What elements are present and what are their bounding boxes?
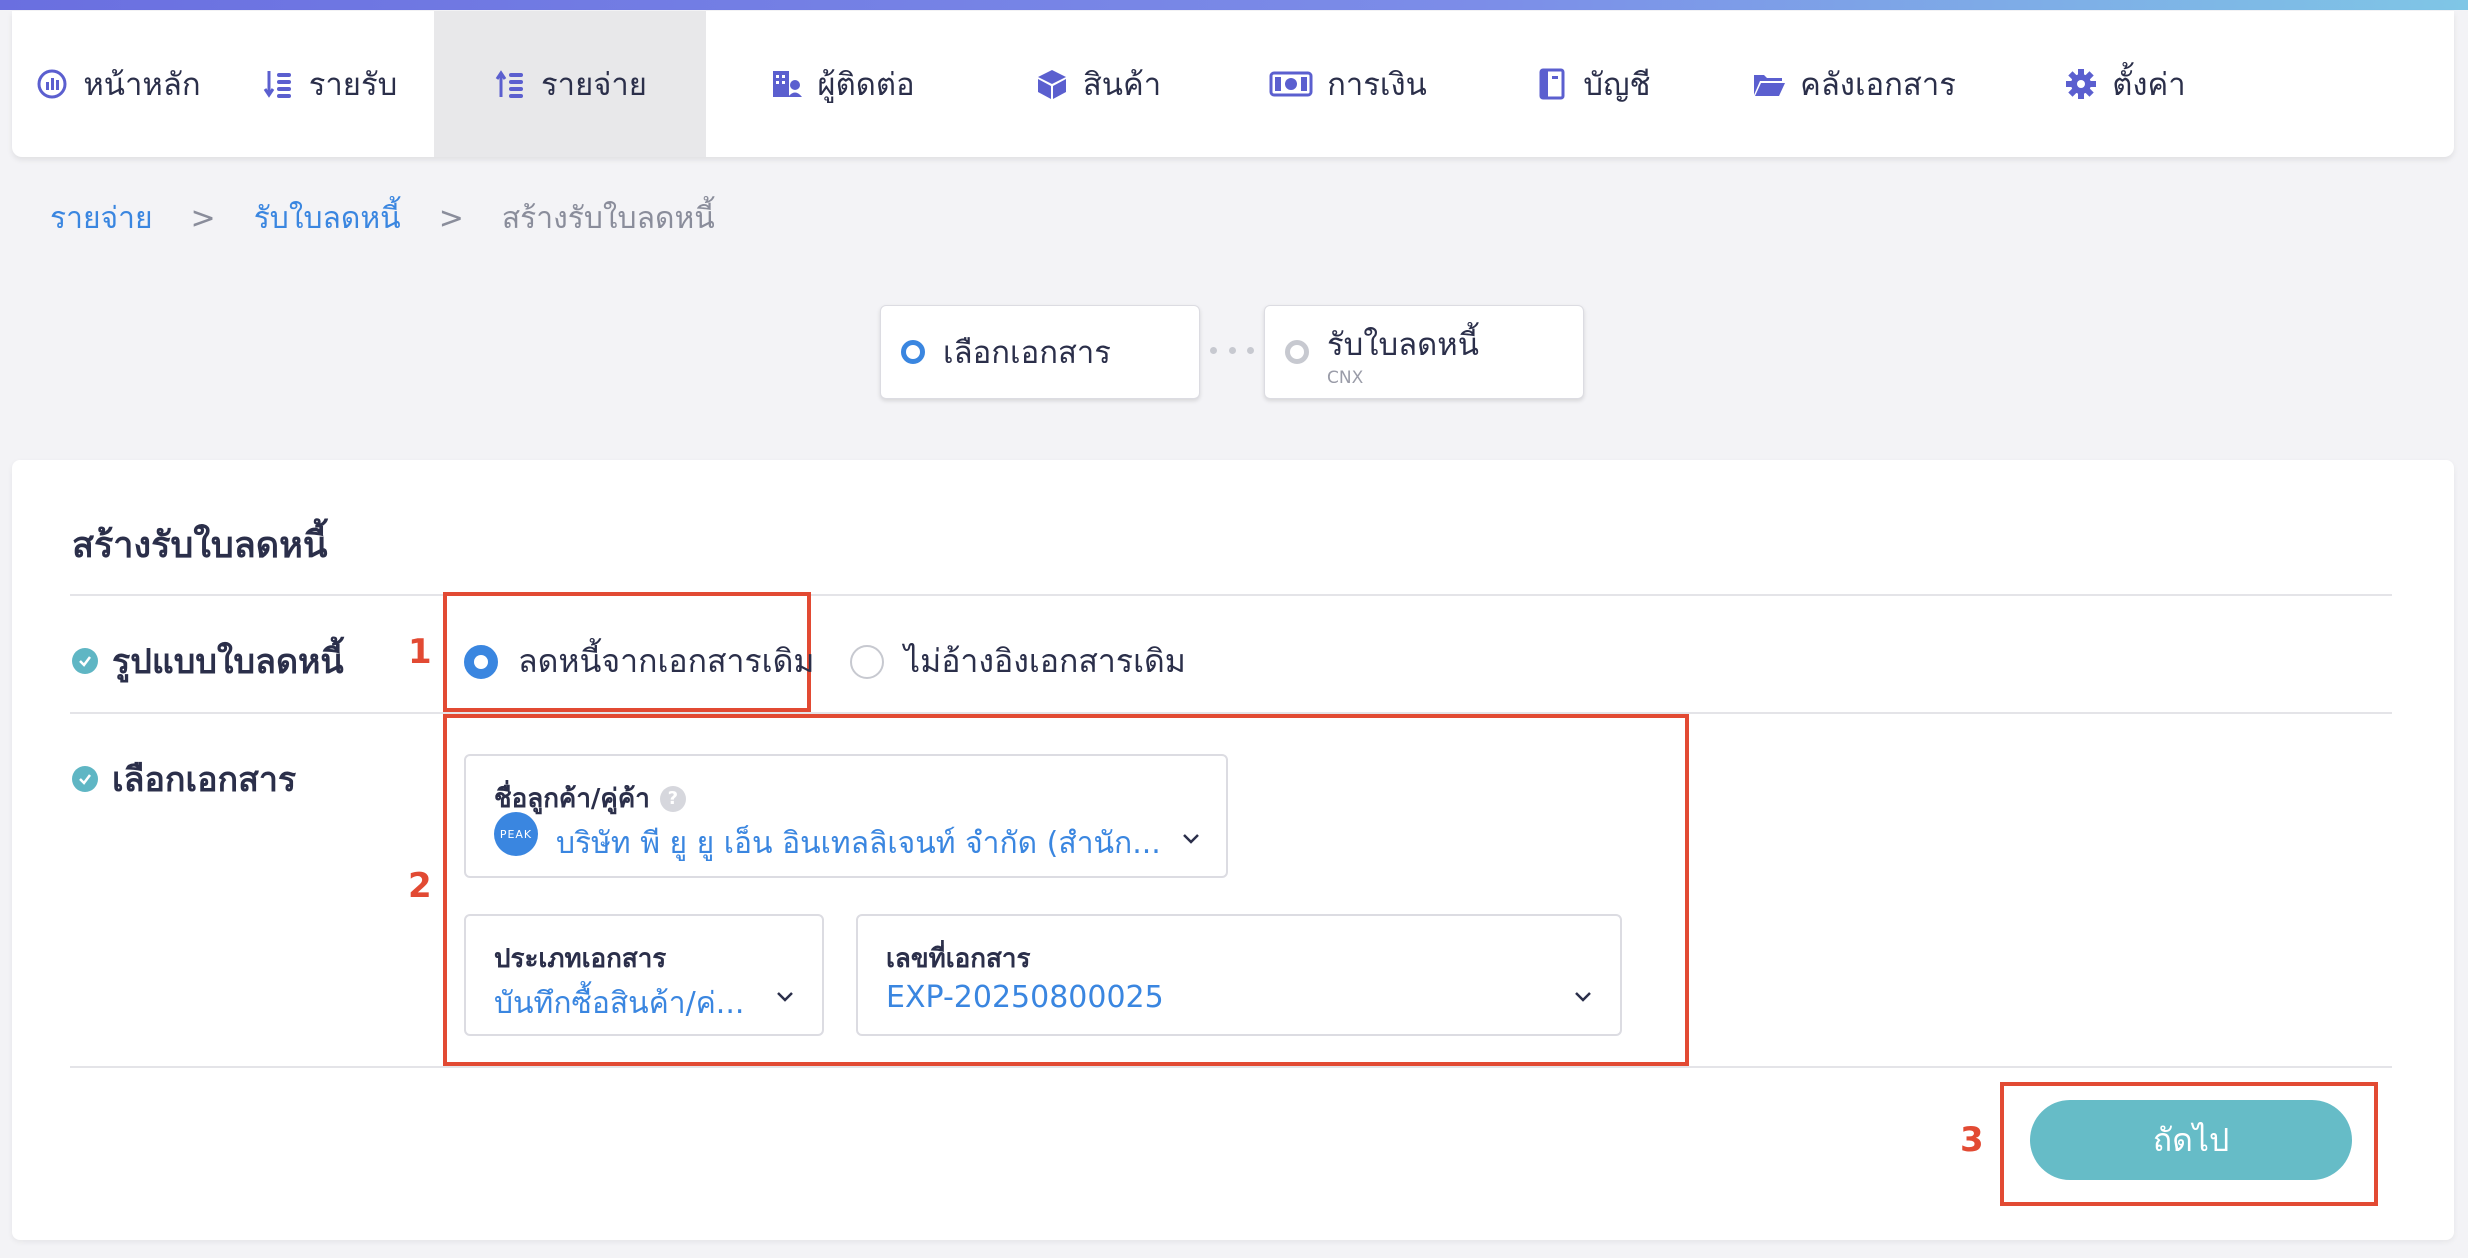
annotation-1: 1 (408, 632, 432, 672)
breadcrumb-credit-note[interactable]: รับใบลดหนี้ (254, 195, 401, 242)
chevron-down-icon (1575, 992, 1591, 1002)
doc-type-value: บันทึกซื้อสินค้า/ค่... (494, 986, 745, 1021)
nav-item-contacts[interactable]: ผู้ติดต่อ (706, 11, 978, 157)
annotation-3: 3 (1960, 1120, 1984, 1160)
format-label: รูปแบบใบลดหนี้ (112, 642, 344, 682)
check-icon (72, 648, 98, 674)
peak-logo: PEAK (494, 812, 538, 856)
breadcrumb-separator: > (438, 200, 464, 236)
nav-item-income[interactable]: รายรับ (224, 11, 434, 157)
dashboard-icon (35, 67, 69, 101)
ledger-icon (1535, 67, 1569, 101)
chevron-down-icon (777, 992, 793, 1002)
box-icon (1035, 67, 1069, 101)
nav-label: ผู้ติดต่อ (817, 67, 915, 103)
nav-item-accounting[interactable]: บัญชี (1478, 11, 1708, 157)
nav-label: ตั้งค่า (2112, 67, 2186, 103)
radio-label: ลดหนี้จากเอกสารเดิม (518, 642, 815, 680)
nav-item-finance[interactable]: การเงิน (1218, 11, 1478, 157)
nav-label: คลังเอกสาร (1800, 67, 1956, 103)
format-row-label: รูปแบบใบลดหนี้ (72, 634, 344, 688)
expense-icon (493, 67, 527, 101)
help-icon[interactable]: ? (659, 785, 686, 812)
step-connector (1210, 340, 1254, 360)
nav-label: หน้าหลัก (83, 67, 201, 103)
step-select-document[interactable]: เลือกเอกสาร (880, 305, 1200, 399)
nav-label: รายจ่าย (541, 67, 647, 103)
next-button[interactable]: ถัดไป (2030, 1100, 2352, 1180)
check-icon (72, 766, 98, 792)
radio-label: ไม่อ้างอิงเอกสารเดิม (904, 642, 1186, 680)
annotation-2: 2 (408, 866, 432, 906)
nav-label: รายรับ (308, 67, 398, 103)
select-doc-label: เลือกเอกสาร (112, 760, 297, 800)
breadcrumb: รายจ่าย > รับใบลดหนี้ > สร้างรับใบลดหนี้ (50, 196, 715, 240)
nav-item-documents[interactable]: คลังเอกสาร (1708, 11, 2000, 157)
step-sublabel: CNX (1327, 368, 1364, 388)
step-inactive-dot (1285, 340, 1309, 364)
customer-select[interactable]: ชื่อลูกค้า/คู่ค้า ? PEAK บริษัท พี ยู ยู… (464, 754, 1228, 878)
nav-label: สินค้า (1082, 67, 1162, 103)
breadcrumb-expense[interactable]: รายจ่าย (50, 195, 153, 242)
nav-label: บัญชี (1583, 67, 1651, 103)
nav-item-settings[interactable]: ตั้งค่า (2000, 11, 2250, 157)
nav-item-products[interactable]: สินค้า (978, 11, 1218, 157)
doc-number-label: เลขที่เอกสาร (886, 944, 1031, 974)
gear-icon (2064, 67, 2098, 101)
money-icon (1269, 67, 1313, 101)
main-navbar: หน้าหลัก รายรับ รายจ่าย ผู้ติดต่อ สินค้า… (12, 11, 2454, 157)
step-credit-note[interactable]: รับใบลดหนี้ CNX (1264, 305, 1584, 399)
customer-value: บริษัท พี ยู ยู เอ็น อินเทลลิเจนท์ จำกัด… (556, 826, 1161, 861)
select-doc-row-label: เลือกเอกสาร (72, 752, 296, 806)
top-accent-bar (0, 0, 2468, 10)
document-number-select[interactable]: เลขที่เอกสาร EXP-20250800025 (856, 914, 1622, 1036)
nav-label: การเงิน (1327, 67, 1427, 103)
income-icon (261, 67, 295, 101)
nav-item-dashboard[interactable]: หน้าหลัก (12, 11, 224, 157)
step-label: รับใบลดหนี้ (1327, 327, 1479, 363)
contacts-icon (769, 67, 803, 101)
radio-reference-existing[interactable]: ลดหนี้จากเอกสารเดิม (464, 636, 814, 687)
form-title: สร้างรับใบลดหนี้ (72, 525, 328, 566)
step-active-dot (901, 340, 925, 364)
document-type-select[interactable]: ประเภทเอกสาร บันทึกซื้อสินค้า/ค่... (464, 914, 824, 1036)
divider (70, 594, 2392, 596)
doc-type-label: ประเภทเอกสาร (494, 944, 667, 974)
doc-number-value: EXP-20250800025 (886, 980, 1164, 1015)
nav-item-expense[interactable]: รายจ่าย (434, 11, 706, 157)
step-label: เลือกเอกสาร (943, 335, 1111, 371)
radio-unselected-icon (850, 644, 884, 679)
radio-no-reference[interactable]: ไม่อ้างอิงเอกสารเดิม (850, 636, 1186, 687)
folder-icon (1752, 67, 1786, 101)
chevron-down-icon (1183, 834, 1199, 844)
divider (70, 1066, 2392, 1068)
breadcrumb-current: สร้างรับใบลดหนี้ (501, 200, 715, 236)
radio-selected-icon (464, 644, 498, 679)
breadcrumb-separator: > (190, 200, 216, 236)
